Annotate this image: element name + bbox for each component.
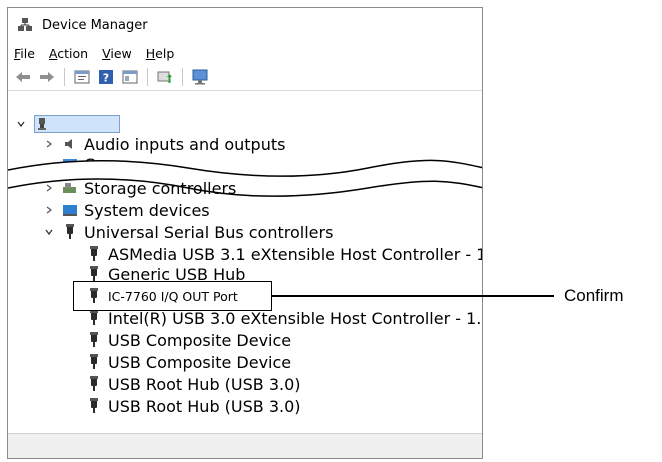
usb-child-6[interactable]: USB Root Hub (USB 3.0) bbox=[86, 374, 301, 394]
usb-child-7[interactable]: USB Root Hub (USB 3.0) bbox=[86, 396, 301, 416]
title-bar: Device Manager bbox=[8, 8, 482, 42]
help-icon[interactable]: ? bbox=[97, 68, 115, 86]
forward-arrow-icon[interactable] bbox=[38, 68, 56, 86]
tree-item-label: ASMedia USB 3.1 eXtensible Host Controll… bbox=[108, 244, 482, 264]
update-driver-icon[interactable] bbox=[156, 68, 174, 86]
system-devices-icon bbox=[62, 202, 78, 218]
chevron-right-icon[interactable] bbox=[44, 205, 54, 215]
usb-plug-icon bbox=[62, 224, 78, 240]
usb-plug-icon bbox=[86, 288, 102, 304]
tree-item-label: USB Root Hub (USB 3.0) bbox=[108, 374, 301, 394]
usb-child-3[interactable]: Intel(R) USB 3.0 eXtensible Host Control… bbox=[86, 308, 482, 328]
usb-plug-icon bbox=[86, 310, 102, 326]
usb-child-0[interactable]: ASMedia USB 3.1 eXtensible Host Controll… bbox=[86, 244, 482, 264]
usb-child-4[interactable]: USB Composite Device bbox=[86, 330, 291, 350]
chevron-right-icon[interactable] bbox=[44, 183, 54, 193]
toolbar-separator bbox=[64, 68, 65, 86]
menu-help[interactable]: Help bbox=[146, 46, 175, 61]
tree-item-label: Universal Serial Bus controllers bbox=[84, 222, 334, 242]
callout-line bbox=[272, 295, 554, 297]
device-manager-window: Device Manager File Action View Help ? A… bbox=[7, 7, 483, 459]
back-arrow-icon[interactable] bbox=[14, 68, 32, 86]
tree-item-usb[interactable]: Universal Serial Bus controllers bbox=[44, 222, 333, 242]
tree-item-label: USB Root Hub (USB 3.0) bbox=[108, 396, 301, 416]
status-bar bbox=[8, 433, 482, 458]
tree-item-label: USB Composite Device bbox=[108, 352, 292, 372]
usb-child-5[interactable]: USB Composite Device bbox=[86, 352, 291, 372]
toolbar-separator bbox=[182, 68, 183, 86]
usb-child-2-highlighted[interactable]: IC-7760 I/Q OUT Port bbox=[86, 286, 238, 306]
computer-icon bbox=[37, 116, 53, 132]
usb-plug-icon bbox=[86, 332, 102, 348]
scan-hardware-icon[interactable] bbox=[191, 68, 209, 86]
confirm-callout: Confirm bbox=[564, 286, 624, 305]
view-icon[interactable] bbox=[121, 68, 139, 86]
device-manager-icon bbox=[16, 16, 34, 34]
menu-bar: File Action View Help bbox=[8, 42, 482, 64]
toolbar-separator bbox=[147, 68, 148, 86]
svg-text:?: ? bbox=[103, 72, 109, 85]
tree-item-label: Intel(R) USB 3.0 eXtensible Host Control… bbox=[108, 308, 482, 328]
storage-controller-icon bbox=[62, 180, 78, 196]
menu-action[interactable]: Action bbox=[49, 46, 88, 61]
usb-plug-icon bbox=[86, 266, 102, 282]
chevron-down-icon[interactable] bbox=[16, 119, 26, 129]
tree-item-storage[interactable]: Storage controllers bbox=[44, 178, 236, 198]
menu-file[interactable]: File bbox=[14, 46, 35, 61]
tree-item-label: IC-7760 I/Q OUT Port bbox=[108, 288, 238, 304]
properties-icon[interactable] bbox=[73, 68, 91, 86]
chevron-right-icon[interactable] bbox=[44, 139, 54, 149]
usb-plug-icon bbox=[86, 354, 102, 370]
tree-item-label: Audio inputs and outputs bbox=[84, 134, 286, 154]
usb-plug-icon bbox=[86, 376, 102, 392]
menu-view[interactable]: View bbox=[102, 46, 132, 61]
speaker-icon bbox=[62, 136, 78, 152]
toolbar: ? bbox=[8, 64, 482, 91]
tree-item-label: Storage controllers bbox=[84, 178, 237, 198]
usb-plug-icon bbox=[86, 246, 102, 262]
tree-item-system[interactable]: System devices bbox=[44, 200, 210, 220]
tree-item-label: USB Composite Device bbox=[108, 330, 292, 350]
tree-item-label: System devices bbox=[84, 200, 210, 220]
tree-item-audio[interactable]: Audio inputs and outputs bbox=[44, 134, 285, 154]
window-title: Device Manager bbox=[42, 17, 148, 33]
computer-name-selection[interactable] bbox=[34, 115, 120, 133]
chevron-down-icon[interactable] bbox=[44, 227, 54, 237]
tree-root[interactable] bbox=[16, 114, 120, 134]
usb-plug-icon bbox=[86, 398, 102, 414]
